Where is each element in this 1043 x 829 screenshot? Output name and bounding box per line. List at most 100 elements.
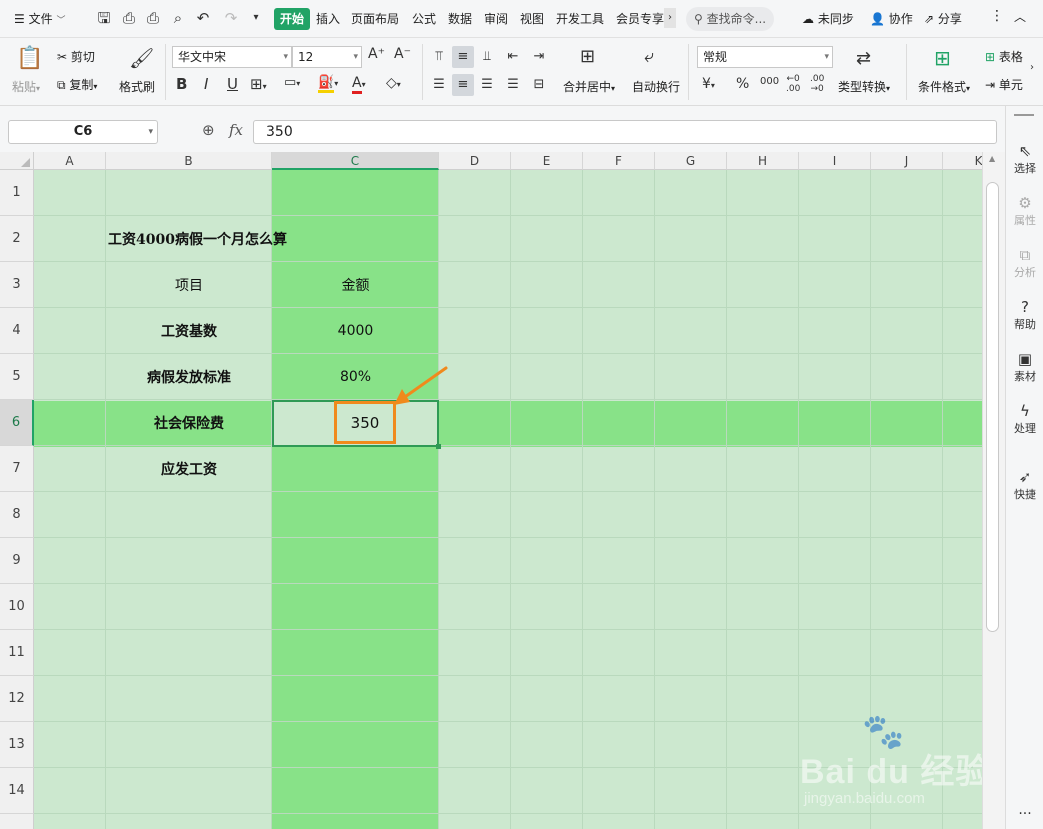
thousands-separator-icon[interactable]: 000: [760, 76, 779, 87]
tab-developer[interactable]: 开发工具: [556, 10, 604, 27]
increase-indent-icon[interactable]: ⇥: [528, 46, 550, 68]
row-header-10[interactable]: 10: [0, 584, 34, 630]
cut-button[interactable]: ✂ 剪切: [57, 48, 95, 65]
cell-b7[interactable]: 应发工资: [106, 446, 272, 492]
tabs-scroll-right-icon[interactable]: ›: [664, 8, 676, 28]
row-header-4[interactable]: 4: [0, 308, 34, 354]
format-painter-button[interactable]: 格式刷: [119, 78, 155, 95]
number-format-select[interactable]: 常规 ▾: [697, 46, 833, 68]
cell-b5[interactable]: 病假发放标准: [106, 354, 272, 400]
sidebar-select-button[interactable]: ⇖ 选择: [1006, 142, 1043, 176]
paste-button[interactable]: 粘贴▾: [12, 78, 40, 95]
tab-start[interactable]: 开始: [274, 8, 310, 30]
fx-icon[interactable]: fx: [229, 121, 243, 139]
percent-icon[interactable]: %: [736, 76, 749, 92]
row-header-3[interactable]: 3: [0, 262, 34, 308]
conditional-format-icon[interactable]: ⊞: [934, 46, 951, 70]
align-bottom-icon[interactable]: ⫫: [476, 46, 498, 68]
column-header-i[interactable]: I: [799, 152, 871, 170]
tab-insert[interactable]: 插入: [316, 10, 340, 27]
cell-b3[interactable]: 项目: [106, 262, 272, 308]
formula-input[interactable]: 350: [253, 120, 997, 144]
justify-icon[interactable]: ☰: [502, 74, 524, 96]
row-header-7[interactable]: 7: [0, 446, 34, 492]
wrap-text-icon[interactable]: ⤶: [644, 46, 654, 67]
tab-member[interactable]: 会员专享: [616, 10, 664, 27]
tab-page-layout[interactable]: 页面布局: [351, 10, 399, 27]
row-header-9[interactable]: 9: [0, 538, 34, 584]
column-header-e[interactable]: E: [511, 152, 583, 170]
align-middle-icon[interactable]: ≡: [452, 46, 474, 68]
cell-b4[interactable]: 工资基数: [106, 308, 272, 354]
sidebar-properties-button[interactable]: ⚙ 属性: [1006, 194, 1043, 228]
column-header-b[interactable]: B: [106, 152, 272, 170]
vertical-scrollbar[interactable]: ▲: [982, 152, 1005, 829]
column-header-j[interactable]: J: [871, 152, 943, 170]
column-header-k[interactable]: K: [943, 152, 982, 170]
cell-button[interactable]: ⇥ 单元: [985, 76, 1023, 93]
tab-review[interactable]: 审阅: [484, 10, 508, 27]
tab-view[interactable]: 视图: [520, 10, 544, 27]
border-icon[interactable]: ⊞▾: [250, 75, 267, 93]
column-header-f[interactable]: F: [583, 152, 655, 170]
line-style-icon[interactable]: ▭▾: [284, 75, 300, 90]
search-command[interactable]: ⚲ 查找命令...: [686, 7, 774, 31]
collapse-ribbon-icon[interactable]: ︿: [1014, 8, 1026, 25]
increase-font-icon[interactable]: A⁺: [368, 46, 385, 62]
column-header-d[interactable]: D: [439, 152, 511, 170]
merge-cells-icon[interactable]: ⊞: [580, 46, 595, 67]
cell-c3[interactable]: 金额: [272, 262, 439, 308]
sync-status-button[interactable]: ☁ 未同步: [802, 10, 854, 27]
row-header-5[interactable]: 5: [0, 354, 34, 400]
align-top-icon[interactable]: ⫪: [428, 46, 450, 68]
font-size-select[interactable]: 12 ▾: [292, 46, 362, 68]
row-header-15[interactable]: [0, 814, 34, 829]
decrease-decimal-icon[interactable]: .00 →0: [810, 74, 824, 94]
cell-b6[interactable]: 社会保险费: [106, 400, 272, 446]
copy-button[interactable]: ⧉ 复制▾: [57, 76, 97, 93]
align-right-icon[interactable]: ☰: [476, 74, 498, 96]
align-left-icon[interactable]: ☰: [428, 74, 450, 96]
more-options-icon[interactable]: ⋮: [990, 8, 1004, 24]
column-header-a[interactable]: A: [34, 152, 106, 170]
row-header-1[interactable]: 1: [0, 170, 34, 216]
align-center-icon[interactable]: ≡: [452, 74, 474, 96]
column-header-g[interactable]: G: [655, 152, 727, 170]
sidebar-more-icon[interactable]: ···: [1006, 806, 1043, 822]
merge-center-button[interactable]: 合并居中▾: [563, 78, 615, 95]
sidebar-analysis-button[interactable]: ⧉ 分析: [1006, 246, 1043, 280]
scrollbar-thumb[interactable]: [986, 182, 999, 632]
italic-button[interactable]: I: [204, 75, 208, 93]
distributed-align-icon[interactable]: ⊟: [528, 74, 550, 96]
sidebar-help-button[interactable]: ? 帮助: [1006, 298, 1043, 332]
format-painter-icon[interactable]: 🖌: [129, 46, 154, 70]
font-name-select[interactable]: 华文中宋 ▾: [172, 46, 292, 68]
save-icon[interactable]: 🖫: [94, 8, 114, 28]
paste-icon[interactable]: 📋: [16, 46, 43, 71]
cell-b2-title[interactable]: 工资4000病假一个月怎么算: [106, 216, 287, 262]
redo-icon[interactable]: ↷: [221, 8, 241, 28]
conditional-format-button[interactable]: 条件格式▾: [918, 78, 970, 95]
select-all-corner[interactable]: [0, 152, 34, 170]
row-header-6[interactable]: 6: [0, 400, 34, 446]
print-icon[interactable]: ⎙: [143, 8, 163, 28]
spreadsheet-grid[interactable]: A B C D E F G H I J K 1 2 3 4 5 6 7 8 9 …: [0, 152, 982, 829]
export-pdf-icon[interactable]: ⎙: [119, 8, 139, 28]
font-color-icon[interactable]: A▾: [352, 75, 366, 94]
row-header-2[interactable]: 2: [0, 216, 34, 262]
share-button[interactable]: ⇗ 分享: [924, 10, 962, 27]
print-preview-icon[interactable]: ⌕: [168, 8, 188, 28]
column-header-h[interactable]: H: [727, 152, 799, 170]
tab-formula[interactable]: 公式: [412, 10, 436, 27]
undo-icon[interactable]: ↶: [193, 8, 213, 28]
decrease-indent-icon[interactable]: ⇤: [502, 46, 524, 68]
scroll-up-icon[interactable]: ▲: [989, 154, 995, 163]
wrap-text-button[interactable]: 自动换行: [632, 78, 680, 95]
file-menu[interactable]: ☰ 文件 ﹀: [14, 10, 65, 27]
ribbon-scroll-right-icon[interactable]: ›: [1030, 62, 1034, 73]
row-header-14[interactable]: 14: [0, 768, 34, 814]
customize-toolbar-icon[interactable]: ▾: [246, 8, 266, 28]
column-header-c[interactable]: C: [272, 152, 439, 170]
row-header-12[interactable]: 12: [0, 676, 34, 722]
row-header-8[interactable]: 8: [0, 492, 34, 538]
